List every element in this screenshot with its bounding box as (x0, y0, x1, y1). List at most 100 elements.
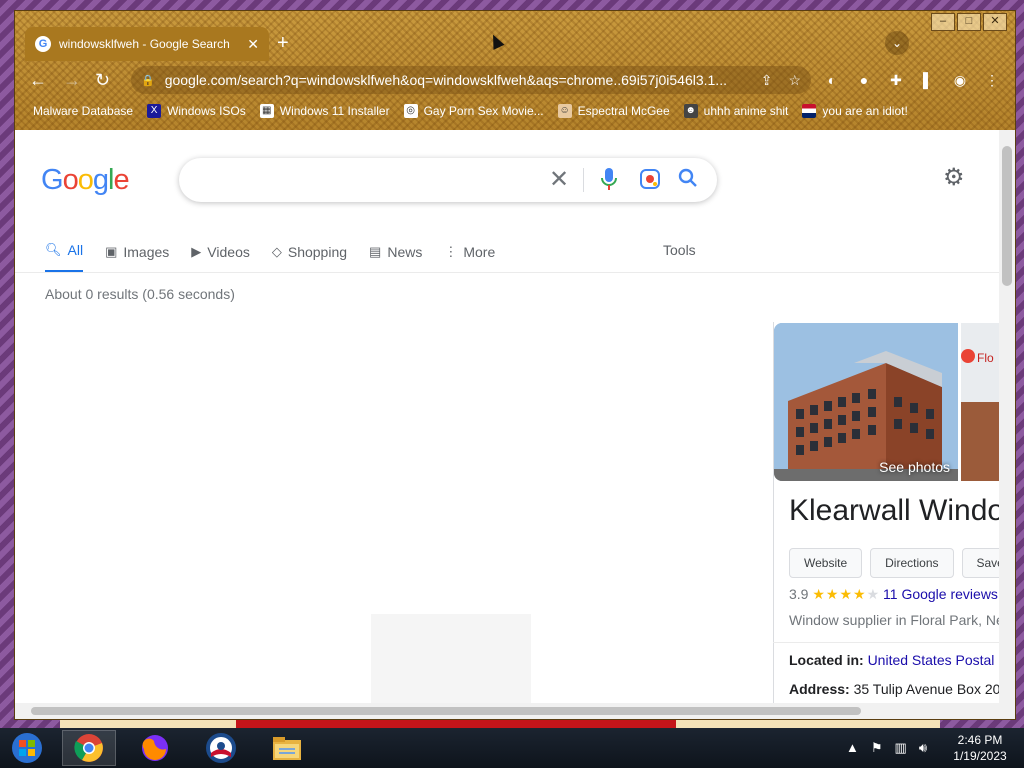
tab-images[interactable]: ▣ Images (105, 242, 169, 273)
firefox-taskbar-button[interactable] (128, 730, 182, 766)
reload-icon[interactable]: ↻ (95, 69, 110, 91)
tab-label: Shopping (287, 243, 348, 260)
tab-more[interactable]: ⋮ More (444, 242, 495, 273)
address-row: Address: 35 Tulip Avenue Box 20 (789, 681, 999, 697)
video-icon: ▶ (191, 243, 202, 259)
directions-button[interactable]: Directions (870, 548, 954, 578)
show-hidden-icons-icon[interactable]: ▲ (846, 740, 859, 756)
tab-search-button[interactable]: ⌄ (885, 31, 909, 55)
scroll-thumb[interactable] (31, 707, 861, 715)
rating-row: 3.9 ★★★★★ 11 Google reviews (789, 586, 998, 603)
browser-toolbar: ← → ↻ 🔒 google.com/search?q=windowsklfwe… (15, 63, 1015, 97)
bookmark-item[interactable]: ◎ Gay Porn Sex Movie... (403, 104, 544, 118)
website-button[interactable]: Website (789, 548, 863, 578)
panel-divider (773, 642, 999, 643)
google-apps-menu-icon[interactable]: ⋮ (991, 168, 999, 188)
maximize-button[interactable]: □ (957, 13, 981, 31)
address-bar[interactable]: 🔒 google.com/search?q=windowsklfweh&oq=w… (131, 66, 811, 94)
map-pin-icon (961, 349, 975, 363)
minimize-button[interactable]: – (931, 13, 955, 31)
knowledge-panel: See photos Flo Klearwall Windo Website D… (773, 322, 999, 704)
avatar-icon: ☺ (557, 104, 572, 118)
search-input[interactable] (199, 168, 543, 194)
tab-label: More (463, 243, 496, 260)
tag-icon: ◇ (271, 243, 282, 259)
tab-label: Videos (207, 243, 250, 260)
image-icon: ▣ (105, 243, 118, 259)
tab-all[interactable]: 🔍︎ All (45, 242, 84, 273)
google-favicon-icon: G (35, 36, 51, 52)
bookmark-label: Espectral McGee (577, 104, 670, 118)
bookmark-item[interactable]: you are an idiot! (802, 104, 908, 118)
search-submit-icon[interactable] (677, 167, 699, 194)
bookmark-label: Windows 11 Installer (279, 104, 390, 118)
bookmark-item[interactable]: ☺ Espectral McGee (557, 104, 670, 118)
tab-label: All (67, 242, 84, 258)
bookmark-star-icon[interactable]: ☆ (788, 72, 801, 89)
chrome-taskbar-button[interactable] (62, 730, 116, 766)
news-icon: ▤ (369, 243, 382, 259)
search-tabs: 🔍︎ All ▣ Images ▶ Videos ◇ Shopping ▤ Ne… (45, 242, 517, 273)
reviews-link[interactable]: 11 Google reviews (883, 586, 998, 602)
bookmark-item[interactable]: ☻ uhhh anime shit (683, 104, 788, 118)
google-logo[interactable]: Google (41, 164, 130, 197)
map-label: Flo (977, 351, 994, 365)
clock-date: 1/19/2023 (953, 749, 1007, 763)
x-icon: X (147, 104, 162, 118)
start-button[interactable] (0, 730, 54, 766)
rating-value: 3.9 (789, 586, 809, 602)
bookmark-item[interactable]: X Windows ISOs (147, 104, 246, 118)
save-button[interactable]: Save (961, 548, 999, 578)
side-panel-icon[interactable]: ▌ (917, 69, 939, 91)
network-icon[interactable]: ▥ (895, 740, 907, 756)
anime-icon: ☻ (683, 104, 698, 118)
site-icon: ◎ (403, 104, 418, 118)
vertical-scrollbar[interactable] (999, 130, 1015, 704)
file-explorer-taskbar-button[interactable] (260, 730, 314, 766)
extension-flag-icon[interactable]: ◐ (821, 69, 843, 91)
tab-shopping[interactable]: ◇ Shopping (272, 242, 347, 273)
scroll-thumb[interactable] (1002, 146, 1012, 286)
microphone-icon[interactable] (599, 166, 619, 199)
horizontal-scrollbar[interactable] (15, 703, 1015, 719)
browser-tab[interactable]: G windowsklfweh - Google Search ✕ (25, 27, 269, 61)
lock-icon[interactable]: 🔒 (141, 74, 155, 87)
tab-videos[interactable]: ▶ Videos (191, 242, 250, 273)
located-in-link[interactable]: United States Postal (868, 652, 995, 668)
forward-icon[interactable]: → (63, 69, 81, 91)
search-box: ✕ (179, 158, 717, 202)
tab-news[interactable]: ▤ News (369, 242, 422, 273)
new-tab-button[interactable]: + (277, 33, 289, 53)
clear-icon[interactable]: ✕ (549, 168, 569, 192)
google-lens-icon[interactable] (639, 168, 661, 195)
search-icon: 🔍︎ (45, 242, 62, 257)
business-photo[interactable]: See photos (774, 323, 958, 481)
system-tray: ▲ ⚑ ▥ 🔊︎ (846, 740, 927, 756)
bookmark-item[interactable]: ▦ Windows 11 Installer (259, 104, 390, 118)
address-label: Address: (789, 681, 850, 697)
see-photos-link[interactable]: See photos (879, 459, 950, 475)
tools-button[interactable]: Tools (663, 242, 696, 258)
extensions-puzzle-icon[interactable]: ✚ (885, 69, 907, 91)
profile-icon[interactable]: ◉ (949, 69, 971, 91)
panel-actions: Website Directions Save (789, 548, 999, 578)
rating-stars: ★★★★ (812, 586, 867, 602)
located-in-row: Located in: United States Postal (789, 652, 994, 668)
browser-menu-icon[interactable]: ⋮ (981, 69, 1003, 91)
close-tab-icon[interactable]: ✕ (247, 36, 259, 53)
tab-title: windowsklfweh - Google Search (59, 37, 230, 51)
obama-logo-taskbar-button[interactable] (194, 730, 248, 766)
map-thumbnail[interactable]: Flo (961, 323, 999, 481)
system-clock[interactable]: 2:46 PM 1/19/2023 (940, 732, 1020, 764)
installer-icon: ▦ (259, 104, 274, 118)
share-icon[interactable]: ⇪ (761, 72, 773, 89)
back-icon[interactable]: ← (29, 69, 47, 91)
volume-icon[interactable]: 🔊︎ (919, 740, 927, 756)
close-window-button[interactable]: ✕ (983, 13, 1007, 31)
settings-gear-icon[interactable]: ⚙ (943, 166, 965, 190)
action-center-flag-icon[interactable]: ⚑ (871, 740, 883, 756)
extension-avatar-icon[interactable]: ● (853, 69, 875, 91)
taskbar: ▲ ⚑ ▥ 🔊︎ 2:46 PM 1/19/2023 (0, 728, 1024, 768)
tabs-divider (15, 272, 999, 273)
bookmark-item[interactable]: Malware Database (33, 104, 133, 118)
